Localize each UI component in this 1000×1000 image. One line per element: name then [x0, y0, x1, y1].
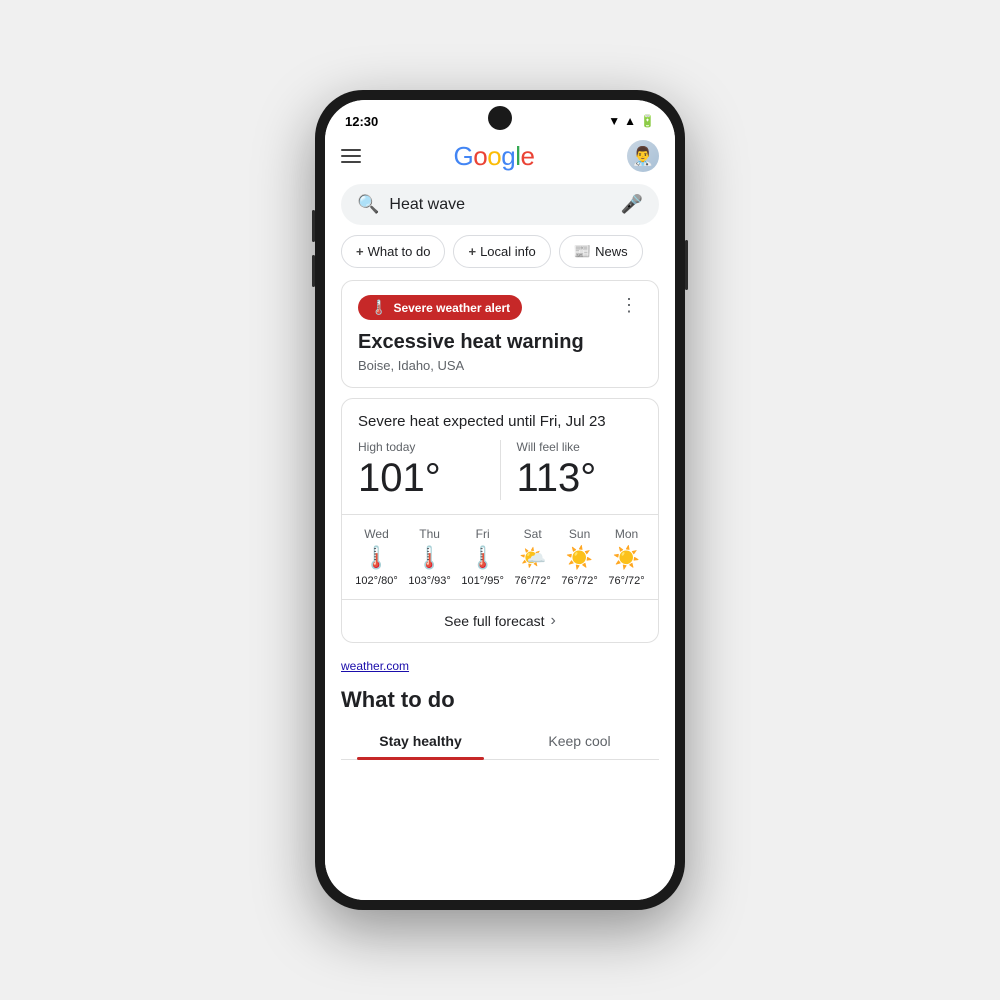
what-to-do-section: What to do Stay healthy Keep cool — [341, 683, 659, 760]
logo-o2: o — [487, 141, 501, 171]
search-query: Heat wave — [389, 196, 610, 214]
forecast-sat-icon: 🌤️ — [519, 545, 546, 571]
google-header: Google 👨‍⚕️ — [325, 132, 675, 180]
forecast-sun: Sun ☀️ 76°/72° — [561, 527, 597, 587]
forecast-wed-label: Wed — [364, 527, 388, 541]
tab-stay-healthy-label: Stay healthy — [379, 733, 461, 749]
chip-news-icon: 📰 — [574, 243, 591, 260]
tab-keep-cool-label: Keep cool — [548, 733, 610, 749]
mic-icon[interactable]: 🎤 — [621, 194, 643, 215]
warning-title: Excessive heat warning — [358, 330, 584, 354]
logo-o1: o — [473, 141, 487, 171]
phone-frame: 12:30 ▼ ▲ 🔋 Google 👨‍⚕️ — [315, 90, 685, 910]
logo-g2: g — [501, 141, 515, 171]
forecast-sat: Sat 🌤️ 76°/72° — [514, 527, 550, 587]
more-options-button[interactable]: ⋮ — [616, 295, 642, 316]
alert-card: 🌡️ Severe weather alert Excessive heat w… — [341, 280, 659, 388]
forecast-fri: Fri 🌡️ 101°/95° — [461, 527, 503, 587]
forecast-sun-icon: ☀️ — [566, 545, 593, 571]
forecast-mon: Mon ☀️ 76°/72° — [608, 527, 644, 587]
forecast-fri-label: Fri — [476, 527, 490, 541]
battery-icon: 🔋 — [640, 114, 655, 128]
power-button — [685, 240, 688, 290]
vol-up-button — [312, 210, 315, 242]
high-today-label: High today — [358, 440, 484, 454]
google-logo: Google — [454, 141, 535, 172]
what-to-do-title: What to do — [341, 683, 659, 713]
tab-keep-cool[interactable]: Keep cool — [500, 723, 659, 759]
vol-down-button — [312, 255, 315, 287]
forecast-thu-icon: 🌡️ — [416, 545, 443, 571]
forecast-row: Wed 🌡️ 102°/80° Thu 🌡️ 103°/93° Fri 🌡️ 1… — [342, 515, 658, 600]
avatar-emoji: 👨‍⚕️ — [632, 146, 654, 167]
sub-tabs: Stay healthy Keep cool — [341, 723, 659, 760]
heat-expected-text: Severe heat expected until Fri, Jul 23 — [342, 399, 658, 440]
forecast-thu-temp: 103°/93° — [408, 575, 450, 587]
forecast-fri-temp: 101°/95° — [461, 575, 503, 587]
chip-plus-1: + — [356, 244, 364, 259]
alert-content: 🌡️ Severe weather alert Excessive heat w… — [358, 295, 584, 373]
alert-card-header: 🌡️ Severe weather alert Excessive heat w… — [358, 295, 642, 373]
chip-label-2: Local info — [480, 244, 536, 259]
high-today-value: 101° — [358, 456, 484, 500]
tab-stay-healthy[interactable]: Stay healthy — [341, 723, 500, 759]
camera-notch — [488, 106, 512, 130]
high-today-col: High today 101° — [358, 440, 501, 500]
alert-badge: 🌡️ Severe weather alert — [358, 295, 522, 320]
forecast-sat-temp: 76°/72° — [514, 575, 550, 587]
warning-location: Boise, Idaho, USA — [358, 358, 584, 373]
chip-local-info[interactable]: + Local info — [453, 235, 550, 268]
forecast-wed: Wed 🌡️ 102°/80° — [355, 527, 397, 587]
chip-label-1: What to do — [368, 244, 431, 259]
see-full-forecast-button[interactable]: See full forecast › — [342, 600, 658, 642]
weather-card: Severe heat expected until Fri, Jul 23 H… — [341, 398, 659, 643]
forecast-thu-label: Thu — [419, 527, 440, 541]
feels-like-value: 113° — [517, 456, 643, 500]
forecast-mon-temp: 76°/72° — [608, 575, 644, 587]
weather-source-link[interactable]: weather.com — [325, 653, 675, 683]
avatar[interactable]: 👨‍⚕️ — [627, 140, 659, 172]
search-bar[interactable]: 🔍 Heat wave 🎤 — [341, 184, 659, 225]
menu-button[interactable] — [341, 149, 361, 163]
forecast-sat-label: Sat — [524, 527, 542, 541]
forecast-mon-label: Mon — [615, 527, 638, 541]
phone-content[interactable]: Google 👨‍⚕️ 🔍 Heat wave 🎤 + What to do — [325, 132, 675, 900]
wifi-icon: ▼ — [608, 114, 620, 128]
chevron-right-icon: › — [551, 612, 556, 630]
forecast-fri-icon: 🌡️ — [469, 545, 496, 571]
forecast-sun-temp: 76°/72° — [561, 575, 597, 587]
alert-thermo-icon: 🌡️ — [370, 299, 387, 316]
signal-icon: ▲ — [624, 114, 636, 128]
logo-g: G — [454, 141, 474, 171]
forecast-btn-label: See full forecast — [444, 613, 544, 629]
forecast-mon-icon: ☀️ — [613, 545, 640, 571]
chip-news[interactable]: 📰 News — [559, 235, 643, 268]
forecast-wed-temp: 102°/80° — [355, 575, 397, 587]
temperature-row: High today 101° Will feel like 113° — [342, 440, 658, 515]
phone-screen: 12:30 ▼ ▲ 🔋 Google 👨‍⚕️ — [325, 100, 675, 900]
filter-chips: + What to do + Local info 📰 News — [325, 235, 675, 280]
forecast-thu: Thu 🌡️ 103°/93° — [408, 527, 450, 587]
logo-e: e — [520, 141, 534, 171]
feels-like-col: Will feel like 113° — [501, 440, 643, 500]
chip-what-to-do[interactable]: + What to do — [341, 235, 445, 268]
forecast-wed-icon: 🌡️ — [363, 545, 390, 571]
alert-badge-text: Severe weather alert — [393, 301, 510, 315]
search-icon: 🔍 — [357, 194, 379, 215]
feels-like-label: Will feel like — [517, 440, 643, 454]
chip-plus-2: + — [468, 244, 476, 259]
status-icons: ▼ ▲ 🔋 — [608, 114, 655, 128]
forecast-sun-label: Sun — [569, 527, 590, 541]
status-time: 12:30 — [345, 114, 378, 129]
chip-label-3: News — [595, 244, 628, 259]
